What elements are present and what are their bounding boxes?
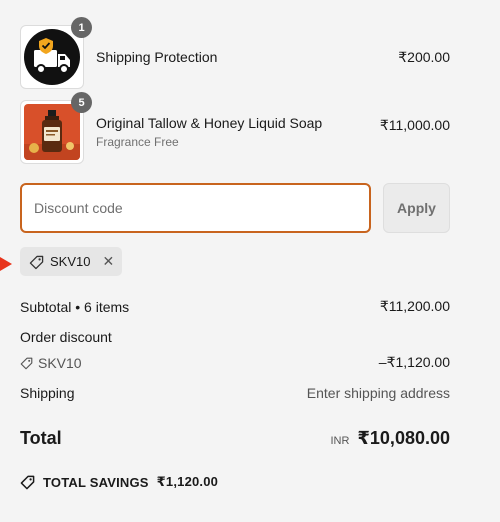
product-thumbnail: 1 — [20, 17, 92, 89]
order-discount-row: Order discount — [20, 329, 450, 345]
total-row: Total INR ₹10,080.00 — [20, 428, 450, 449]
apply-discount-button[interactable]: Apply — [383, 183, 450, 233]
total-label: Total — [20, 428, 62, 448]
quantity-badge: 5 — [71, 92, 92, 113]
shipping-truck-shield-icon — [24, 29, 80, 85]
subtotal-value: ₹11,200.00 — [379, 298, 450, 314]
tag-icon — [29, 253, 44, 269]
tag-icon — [20, 355, 33, 371]
item-variant: Fragrance Free — [96, 135, 179, 149]
shipping-value: Enter shipping address — [306, 385, 450, 401]
product-thumbnail: 5 — [20, 92, 92, 164]
discount-code-label: SKV10 — [38, 354, 82, 371]
line-item-liquid-soap: 5 Original Tallow & Honey Liquid Soap Fr… — [20, 92, 450, 164]
soap-bottle-image — [24, 104, 80, 160]
subtotal-label: Subtotal • 6 items — [20, 298, 130, 315]
savings-value: ₹1,120.00 — [156, 474, 219, 490]
total-currency: INR — [330, 435, 350, 447]
line-item-shipping-protection: 1 Shipping Protection ₹200.00 — [20, 17, 450, 89]
order-discount-label: Order discount — [20, 329, 112, 345]
shipping-row: Shipping Enter shipping address — [20, 385, 450, 401]
item-title: Original Tallow & Honey Liquid Soap — [96, 115, 323, 131]
remove-discount-icon[interactable]: ✕ — [102, 253, 114, 270]
savings-tag-icon — [20, 474, 35, 490]
savings-label: TOTAL SAVINGS — [43, 474, 149, 490]
quantity-badge: 1 — [71, 17, 92, 38]
item-title: Shipping Protection — [96, 49, 218, 65]
discount-code-row: SKV10 –₹1,120.00 — [20, 354, 450, 371]
shipping-label: Shipping — [20, 385, 75, 401]
discount-code-input[interactable] — [20, 183, 371, 233]
applied-code-label: SKV10 — [50, 254, 91, 269]
discount-value: –₹1,120.00 — [378, 354, 450, 370]
applied-discount-chip: SKV10 ✕ — [20, 247, 123, 276]
total-value: ₹10,080.00 — [357, 428, 450, 448]
subtotal-row: Subtotal • 6 items ₹11,200.00 — [20, 298, 450, 315]
total-savings: TOTAL SAVINGS ₹1,120.00 — [20, 474, 218, 490]
annotation-arrow — [0, 257, 12, 271]
item-price: ₹200.00 — [398, 48, 450, 65]
item-price: ₹11,000.00 — [379, 117, 450, 133]
